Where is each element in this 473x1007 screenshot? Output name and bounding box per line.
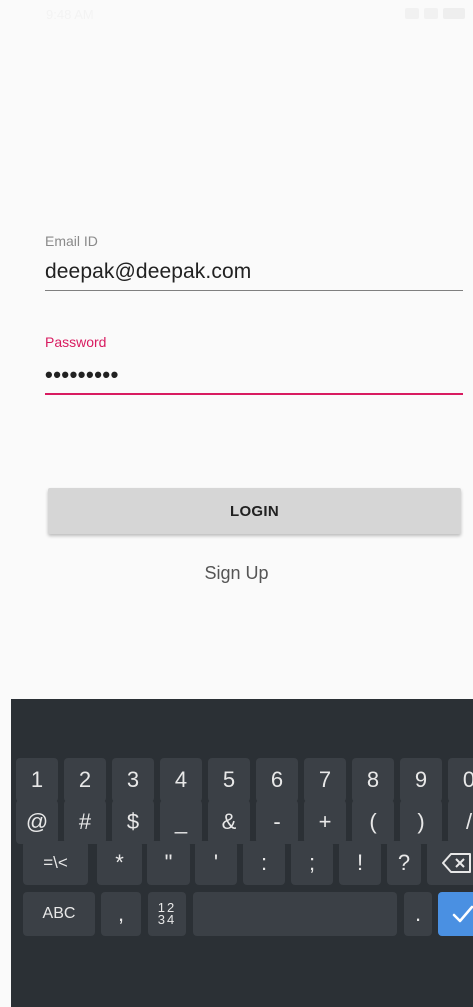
email-underline	[45, 290, 463, 291]
key-row1-6[interactable]: 7	[304, 758, 346, 802]
login-screen: 9:48 AM Email ID deepak@deepak.com Passw…	[0, 0, 473, 1007]
key-row2-8[interactable]: )	[400, 800, 442, 844]
key-row1-3[interactable]: 4	[160, 758, 202, 802]
numsym-bottom: 34	[157, 912, 177, 927]
numbers-symbols-key[interactable]: 12 34	[148, 892, 186, 936]
key-row1-0[interactable]: 1	[16, 758, 58, 802]
battery-icon	[443, 8, 465, 19]
signal-icon	[405, 8, 419, 19]
wifi-icon	[424, 8, 438, 19]
abc-key[interactable]: ABC	[23, 892, 95, 936]
key-row2-7[interactable]: (	[352, 800, 394, 844]
key-row2-5[interactable]: -	[256, 800, 298, 844]
key-row1-9[interactable]: 0	[448, 758, 473, 802]
key-row3-2[interactable]: "	[147, 841, 190, 885]
key-row1-4[interactable]: 5	[208, 758, 250, 802]
keyboard: 1 2 3 4 5 6 7 8 9 0 @ # $ _ & - +() / =\< * " ':;!? ABC , 12 …	[11, 699, 473, 1007]
status-bar: 9:48 AM	[0, 0, 473, 30]
key-row2-6[interactable]: +	[304, 800, 346, 844]
key-row2-4[interactable]: &	[208, 800, 250, 844]
login-button[interactable]: LOGIN	[48, 488, 461, 534]
key-row2-0[interactable]: @	[16, 800, 58, 844]
email-field[interactable]: deepak@deepak.com	[45, 260, 251, 284]
status-icons	[405, 8, 465, 19]
comma-key[interactable]: ,	[101, 892, 141, 936]
status-time: 9:48 AM	[46, 7, 94, 22]
key-row3-1[interactable]: *	[97, 841, 142, 885]
period-key[interactable]: .	[404, 892, 432, 936]
key-row2-1[interactable]: #	[64, 800, 106, 844]
signup-link[interactable]: Sign Up	[0, 563, 473, 584]
key-row3-7[interactable]: ?	[387, 841, 421, 885]
password-label: Password	[45, 334, 107, 350]
password-field[interactable]: •••••••••	[45, 362, 119, 388]
key-row3-4[interactable]: :	[243, 841, 285, 885]
key-row1-2[interactable]: 3	[112, 758, 154, 802]
key-row3-5[interactable]: ;	[291, 841, 333, 885]
key-row2-9[interactable]: /	[448, 800, 473, 844]
key-row2-2[interactable]: $	[112, 800, 154, 844]
backspace-icon	[442, 853, 471, 873]
key-row3-3[interactable]: '	[195, 841, 237, 885]
enter-key[interactable]	[438, 892, 473, 936]
key-row3-6[interactable]: !	[339, 841, 381, 885]
space-key[interactable]	[193, 892, 397, 936]
password-underline	[45, 393, 463, 395]
email-label: Email ID	[45, 233, 98, 249]
key-row2-3[interactable]: _	[160, 800, 202, 844]
key-row3-0[interactable]: =\<	[23, 841, 88, 885]
key-row1-5[interactable]: 6	[256, 758, 298, 802]
key-row1-8[interactable]: 9	[400, 758, 442, 802]
backspace-key[interactable]	[427, 841, 473, 885]
key-row1-1[interactable]: 2	[64, 758, 106, 802]
key-row1-7[interactable]: 8	[352, 758, 394, 802]
check-icon	[452, 905, 473, 923]
